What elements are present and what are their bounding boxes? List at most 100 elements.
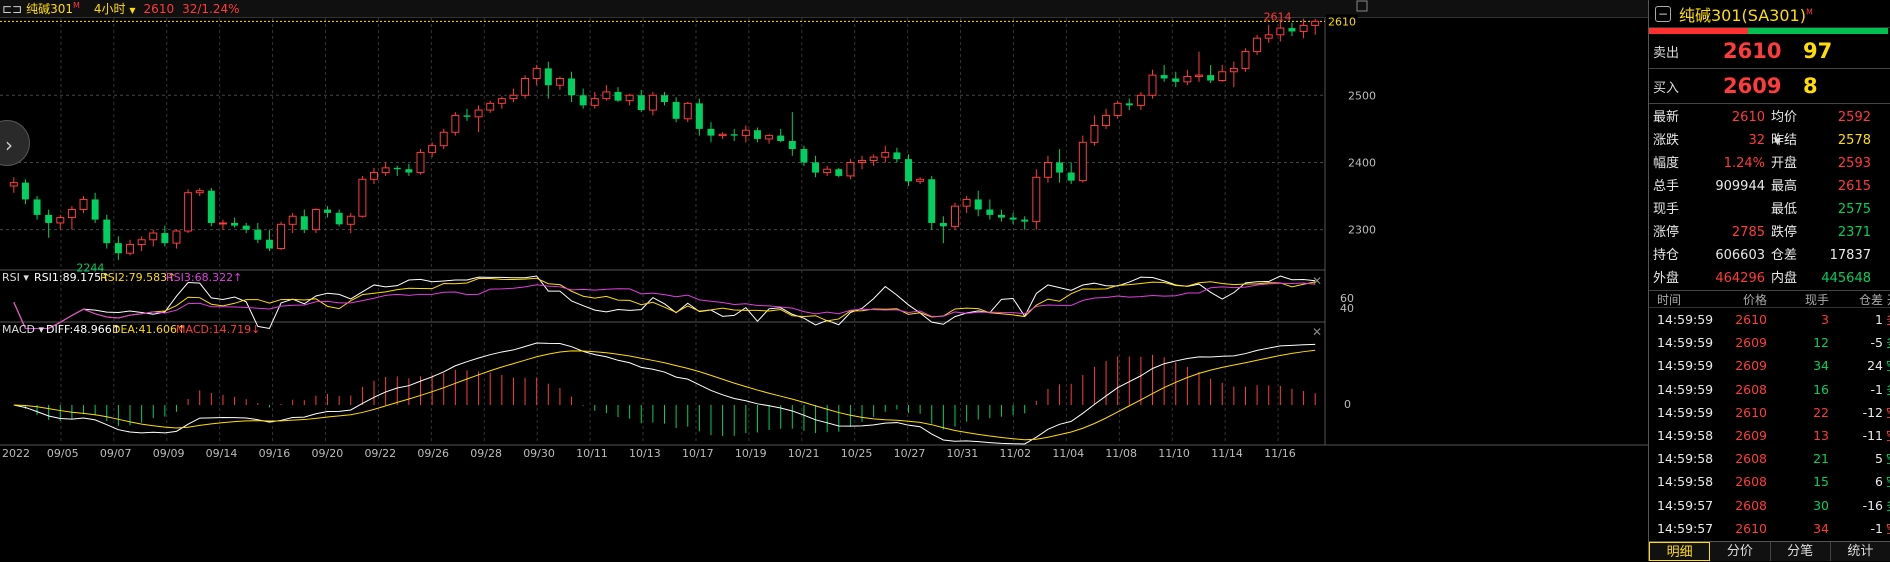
tick-row[interactable]: 14:59:59 2609 12 -5多平 [1649, 331, 1890, 354]
candle-body [881, 151, 890, 158]
rsi3-value: RSI3:68.322↑ [166, 271, 242, 284]
candle-body [497, 98, 506, 104]
candle-body [1207, 75, 1215, 81]
tick-cell: 空平 [1883, 517, 1890, 540]
stat-label: 外盘 [1653, 271, 1680, 286]
tick-row[interactable]: 14:59:59 2610 3 1多开 [1649, 308, 1890, 331]
dea-line [13, 349, 1316, 441]
tick-row[interactable]: 14:59:59 2608 16 -1多平 [1649, 378, 1890, 401]
candle-body [231, 222, 239, 226]
x-tick-label: 10/17 [682, 447, 714, 460]
tick-row[interactable]: 14:59:58 2608 15 6空开 [1649, 470, 1890, 493]
stat-label: 最新 [1653, 110, 1680, 125]
x-tick-label: 09/30 [523, 447, 555, 460]
tick-cell: 2608 [1735, 474, 1767, 490]
candle-body [812, 162, 820, 173]
tick-row[interactable]: 14:59:59 2610 22 -12空平 [1649, 401, 1890, 424]
stat-label: 涨停 [1653, 225, 1680, 240]
candle-body [625, 94, 634, 102]
tick-cell: -12 [1862, 404, 1883, 420]
candle-body [997, 214, 1005, 218]
candle-body [1078, 141, 1087, 182]
tick-cell: 14:59:57 [1657, 497, 1714, 513]
stat-value: 445648 [1821, 271, 1871, 286]
tick-cell: 空开 [1883, 470, 1890, 493]
candle-body [555, 77, 564, 86]
candle-body [637, 95, 645, 111]
candle-body [707, 128, 715, 136]
candle-body [765, 135, 774, 140]
candle-body [45, 214, 53, 223]
stat-label: 内盘 [1771, 271, 1798, 286]
stat-label[interactable]: 均价▼ [1765, 106, 1797, 147]
candle-body [195, 190, 204, 194]
candle-body [939, 222, 947, 227]
tick-row[interactable]: 14:59:58 2608 21 5空开 [1649, 447, 1890, 470]
candle-body [137, 239, 146, 245]
tick-cell: 3 [1821, 312, 1829, 327]
tick-cell: 空开 [1883, 354, 1890, 377]
candle-body [1276, 27, 1285, 36]
candle-body [916, 178, 925, 182]
tick-cell: 2609 [1735, 427, 1767, 443]
candle-body [602, 91, 611, 100]
tick-row[interactable]: 14:59:57 2610 34 -1空平 [1649, 517, 1890, 540]
candle-body [568, 78, 576, 96]
tick-row[interactable]: 14:59:57 2608 30 -16多平 [1649, 494, 1890, 517]
tab-1[interactable]: 分价 [1710, 542, 1771, 561]
quote-title: 纯碱301(SA301)M [1679, 5, 1813, 25]
candle-body [544, 68, 552, 86]
tab-2[interactable]: 分笔 [1771, 542, 1831, 561]
candle-body [1229, 67, 1238, 73]
bid-row[interactable]: 买入 2609 8 [1649, 69, 1890, 103]
candle-body [324, 209, 332, 213]
chart-canvas[interactable]: 230024002500261026142244RSI ▾ RSI1:89.175… [0, 0, 1648, 561]
x-tick-label: 09/20 [312, 447, 344, 460]
tab-3[interactable]: 统计 [1831, 542, 1890, 561]
tick-row[interactable]: 14:59:59 2609 34 24空开 [1649, 354, 1890, 377]
candle-body [439, 131, 448, 147]
stat-value: 909944 [1715, 179, 1765, 194]
candle-body [1172, 78, 1180, 82]
candle-body [683, 102, 692, 120]
candle-body [858, 159, 867, 163]
stat-label: 最高 [1771, 179, 1798, 194]
candle-body [590, 98, 599, 106]
stat-value: 1.24% [1723, 156, 1765, 171]
candle-body [614, 91, 622, 101]
tick-row[interactable]: 14:59:58 2609 13 -11空平 [1649, 424, 1890, 447]
tab-0[interactable]: 明细 [1649, 542, 1711, 561]
rsi-label: RSI ▾ [2, 271, 29, 284]
candle-body [265, 239, 273, 249]
x-tick-label: 10/19 [735, 447, 767, 460]
stat-value: 32 [1748, 133, 1765, 148]
tick-cell: 2608 [1735, 497, 1767, 513]
candle-body [277, 223, 286, 249]
app-window: ⊏⊐ 纯碱301M 4小时 ▼ 2610 32/1.24% 2300 2400 25… [0, 0, 1890, 561]
x-tick-label: 09/28 [470, 447, 502, 460]
tick-cell: 多平 [1883, 494, 1890, 517]
candle-body [126, 243, 134, 254]
tick-cell: 15 [1813, 474, 1829, 490]
tick-cell: 30 [1813, 497, 1829, 513]
tick-cell: 多开 [1883, 308, 1890, 331]
tick-cell: 16 [1813, 381, 1829, 397]
candle-body [893, 152, 901, 160]
stat-label: 涨跌 [1653, 133, 1680, 148]
ask-row[interactable]: 卖出 2610 97 [1649, 34, 1890, 68]
candle-body [1148, 74, 1157, 96]
tick-cell: 13 [1813, 427, 1829, 443]
x-tick-label: 09/14 [206, 447, 238, 460]
tick-cell: 2608 [1735, 451, 1767, 467]
candle-body [986, 209, 994, 215]
minimize-icon[interactable]: − [1655, 5, 1671, 22]
candle-body [1218, 71, 1227, 81]
candle-body [358, 178, 367, 217]
tick-cell: 空平 [1883, 401, 1890, 424]
candle-body [1183, 75, 1192, 83]
rsi2-value: RSI2:79.583↑ [100, 271, 176, 284]
high-annotation: 2614 [1264, 11, 1292, 24]
tick-cell: 2610 [1735, 520, 1767, 536]
candle-body [242, 225, 250, 230]
tick-cell: -5 [1870, 335, 1883, 351]
